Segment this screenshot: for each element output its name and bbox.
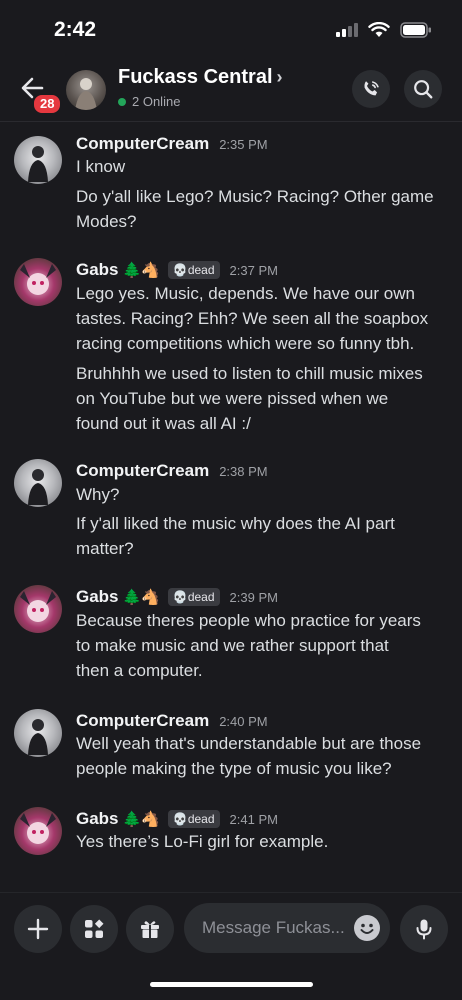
message-header: ComputerCream 2:35 PM — [76, 134, 268, 154]
message-text: matter? — [76, 539, 134, 558]
home-indicator[interactable] — [150, 982, 313, 987]
message-text: Do y'all like Lego? Music? Racing? Other… — [76, 187, 434, 206]
avatar[interactable] — [14, 709, 62, 757]
gift-button[interactable] — [126, 905, 174, 953]
message-header: Gabs 🌲🐴 💀dead 2:39 PM — [76, 587, 278, 607]
role-tag[interactable]: 💀dead — [167, 588, 220, 606]
message-text: I know — [76, 157, 126, 176]
message-text: on YouTube but we were pissed when we — [76, 389, 389, 408]
message-time: 2:39 PM — [229, 589, 278, 605]
author-emoji: 🌲🐴 — [122, 589, 160, 606]
wifi-icon — [368, 22, 390, 38]
avatar[interactable] — [14, 258, 62, 306]
signal-icon — [336, 23, 358, 37]
avatar[interactable] — [14, 585, 62, 633]
message-header: Gabs 🌲🐴 💀dead 2:37 PM — [76, 260, 278, 280]
group-title[interactable]: Fuckass Central › — [118, 66, 283, 89]
message-text: people making the type of music you like… — [76, 759, 392, 778]
search-button[interactable] — [404, 70, 442, 108]
phone-icon — [364, 81, 379, 96]
battery-icon — [400, 22, 432, 38]
message-text: Bruhhhh we used to listen to chill music… — [76, 364, 423, 383]
message-text: found out it was all AI :/ — [76, 414, 251, 433]
message-time: 2:37 PM — [229, 262, 278, 278]
message-text: If y'all liked the music why does the AI… — [76, 514, 395, 533]
message-header: Gabs 🌲🐴 💀dead 2:41 PM — [76, 809, 278, 829]
message-input-placeholder: Message Fuckas... — [202, 918, 345, 937]
online-count: 2 Online — [132, 94, 181, 109]
message-text: Yes there’s Lo-Fi girl for example. — [76, 832, 329, 851]
microphone-icon — [416, 919, 432, 940]
author-name[interactable]: Gabs — [76, 260, 119, 280]
status-time: 2:42 — [54, 18, 97, 41]
unread-badge: 28 — [32, 93, 63, 115]
message-time: 2:35 PM — [219, 136, 268, 152]
message-text: Well yeah that's understandable but are … — [76, 734, 422, 753]
add-attachment-button[interactable] — [14, 905, 62, 953]
author-emoji: 🌲🐴 — [122, 262, 160, 279]
message-time: 2:40 PM — [219, 713, 268, 729]
emoji-icon — [360, 923, 374, 934]
message-text: racing competitions which were so funny … — [76, 334, 415, 353]
author-name[interactable]: ComputerCream — [76, 711, 209, 731]
plus-icon — [27, 918, 49, 940]
message-text: Why? — [76, 485, 120, 504]
avatar[interactable] — [14, 459, 62, 507]
role-tag[interactable]: 💀dead — [167, 261, 220, 279]
author-name[interactable]: ComputerCream — [76, 461, 209, 481]
message-text: Lego yes. Music, depends. We have our ow… — [76, 284, 415, 303]
avatar[interactable] — [14, 136, 62, 184]
apps-icon — [85, 919, 104, 938]
group-title-text: Fuckass Central — [118, 66, 273, 88]
message-header: ComputerCream 2:38 PM — [76, 461, 268, 481]
message-text: then a computer. — [76, 661, 203, 680]
message-header: ComputerCream 2:40 PM — [76, 711, 268, 731]
author-name[interactable]: Gabs — [76, 809, 119, 829]
online-dot-icon — [118, 97, 126, 106]
author-emoji: 🌲🐴 — [122, 811, 160, 828]
message-input[interactable]: Message Fuckas... — [184, 903, 390, 953]
status-bar: 2:42 — [0, 0, 462, 60]
online-status: 2 Online — [118, 94, 180, 109]
avatar[interactable] — [14, 807, 62, 855]
message-list[interactable]: ComputerCream 2:35 PM I know Do y'all li… — [0, 122, 462, 892]
message-text: Modes? — [76, 212, 137, 231]
chevron-right-icon: › — [276, 67, 283, 87]
message-text: Because theres people who practice for y… — [76, 611, 421, 630]
search-icon — [414, 80, 433, 99]
apps-button[interactable] — [70, 905, 118, 953]
role-tag[interactable]: 💀dead — [167, 810, 220, 828]
author-name[interactable]: Gabs — [76, 587, 119, 607]
gift-icon — [141, 921, 159, 938]
status-icons — [336, 22, 432, 38]
group-avatar[interactable] — [66, 70, 106, 110]
message-text: tastes. Racing? Ehh? We seen all the soa… — [76, 309, 429, 328]
voice-message-button[interactable] — [400, 905, 448, 953]
message-text: to make music and we rather support that — [76, 636, 389, 655]
emoji-button[interactable] — [354, 915, 380, 941]
call-button[interactable] — [352, 70, 390, 108]
chat-header: 28 Fuckass Central › 2 Online — [0, 60, 462, 122]
author-name[interactable]: ComputerCream — [76, 134, 209, 154]
message-time: 2:41 PM — [229, 811, 278, 827]
message-time: 2:38 PM — [219, 463, 268, 479]
